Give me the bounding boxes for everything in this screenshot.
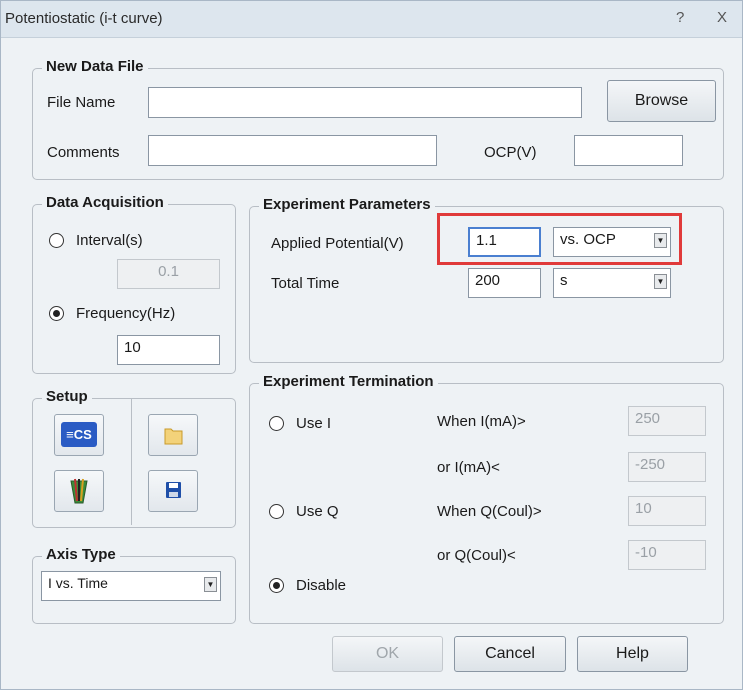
window-title: Potentiostatic (i-t curve) (5, 10, 163, 27)
disable-radio[interactable] (269, 578, 284, 593)
highlight-box (437, 213, 682, 265)
total-time-label: Total Time (271, 275, 340, 292)
close-button[interactable]: X (717, 9, 727, 26)
data-acquisition-legend: Data Acquisition (42, 194, 168, 211)
when-q-label: When Q(Coul)> (437, 503, 542, 520)
file-name-label: File Name (47, 94, 116, 111)
use-q-label: Use Q (296, 503, 339, 520)
when-q-input[interactable]: 10 (628, 496, 706, 526)
axis-type-value: I vs. Time (48, 575, 108, 591)
disable-label: Disable (296, 577, 347, 594)
open-file-button[interactable] (148, 414, 198, 456)
save-button[interactable] (148, 470, 198, 512)
when-i-input[interactable]: 250 (628, 406, 706, 436)
potentiostatic-dialog: Potentiostatic (i-t curve) ? X New Data … (0, 0, 743, 690)
title-bar: Potentiostatic (i-t curve) ? X (1, 1, 742, 38)
axis-type-legend: Axis Type (42, 546, 120, 563)
help-button[interactable]: Help (577, 636, 688, 672)
frequency-label: Frequency(Hz) (76, 305, 176, 322)
use-i-label: Use I (296, 415, 332, 432)
chevron-down-icon: ▼ (654, 274, 667, 289)
interval-radio[interactable] (49, 233, 64, 248)
total-time-input[interactable]: 200 (468, 268, 541, 298)
frequency-radio[interactable] (49, 306, 64, 321)
comments-input[interactable] (148, 135, 437, 166)
frequency-input[interactable]: 10 (117, 335, 220, 365)
electrode-button[interactable] (54, 470, 104, 512)
use-q-radio[interactable] (269, 504, 284, 519)
cs-icon: ≡CS (61, 422, 97, 447)
ok-button[interactable]: OK (332, 636, 443, 672)
experiment-parameters-legend: Experiment Parameters (259, 196, 435, 213)
browse-button[interactable]: Browse (607, 80, 716, 122)
applied-potential-label: Applied Potential(V) (271, 235, 404, 252)
or-q-label: or Q(Coul)< (437, 547, 516, 564)
electrode-icon (70, 478, 88, 504)
ocp-input[interactable] (574, 135, 683, 166)
floppy-disk-icon (166, 482, 181, 498)
time-unit-select-value: s (560, 272, 568, 289)
when-i-label: When I(mA)> (437, 413, 526, 430)
setup-divider (131, 399, 132, 525)
interval-label: Interval(s) (76, 232, 143, 249)
chevron-down-icon: ▼ (204, 577, 217, 592)
use-i-radio[interactable] (269, 416, 284, 431)
new-data-file-legend: New Data File (42, 58, 148, 75)
axis-type-select[interactable]: I vs. Time ▼ (41, 571, 221, 601)
ocp-label: OCP(V) (484, 144, 537, 161)
comments-label: Comments (47, 144, 120, 161)
time-unit-select[interactable]: s ▼ (553, 268, 671, 298)
or-i-input[interactable]: -250 (628, 452, 706, 482)
or-q-input[interactable]: -10 (628, 540, 706, 570)
or-i-label: or I(mA)< (437, 459, 500, 476)
folder-icon (164, 428, 183, 445)
file-name-input[interactable] (148, 87, 582, 118)
cs-settings-button[interactable]: ≡CS (54, 414, 104, 456)
experiment-termination-legend: Experiment Termination (259, 373, 438, 390)
help-title-button[interactable]: ? (676, 9, 684, 26)
interval-input[interactable]: 0.1 (117, 259, 220, 289)
cancel-button[interactable]: Cancel (454, 636, 566, 672)
setup-legend: Setup (42, 388, 92, 405)
